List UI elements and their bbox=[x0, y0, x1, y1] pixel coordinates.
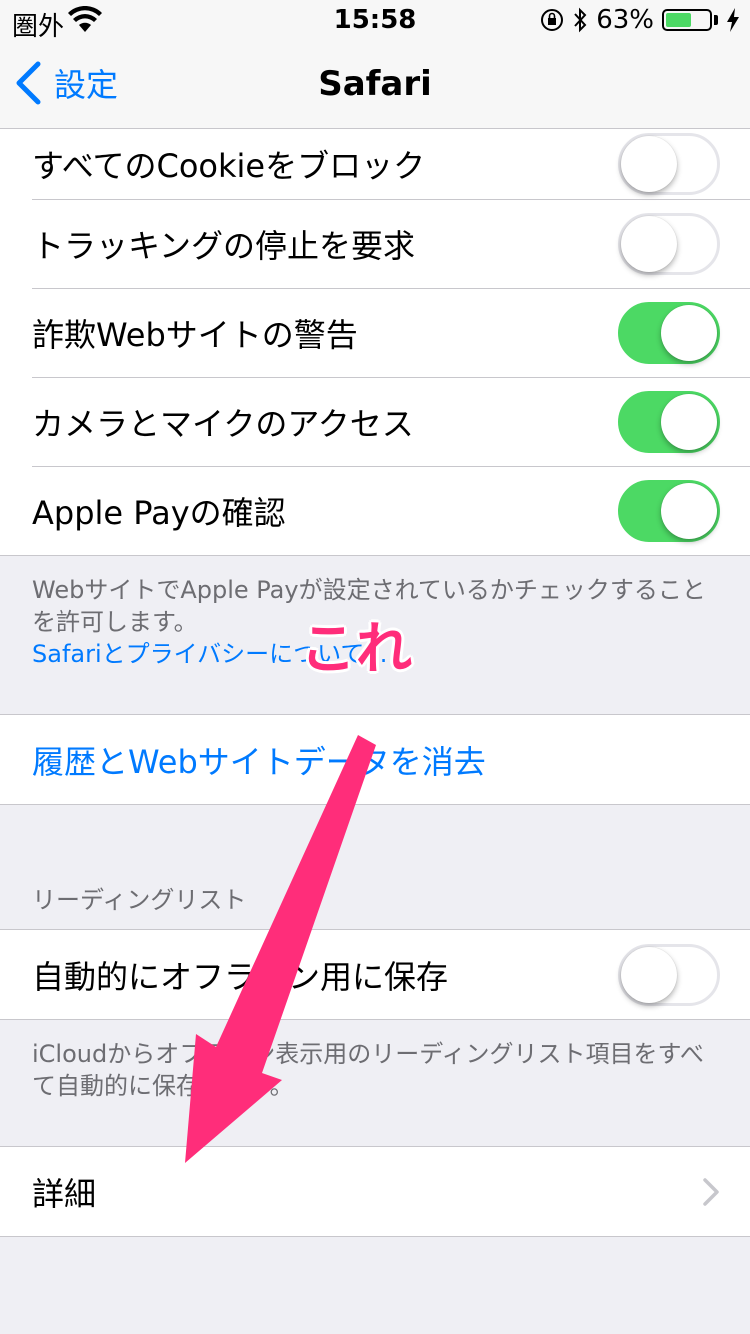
setting-camera-mic-access: カメラとマイクのアクセス bbox=[0, 377, 750, 466]
clear-history-label: 履歴とWebサイトデータを消去 bbox=[32, 742, 486, 781]
camera-mic-toggle[interactable] bbox=[618, 390, 720, 453]
orientation-lock-icon bbox=[541, 9, 564, 31]
status-bar: 圏外 15:58 63% bbox=[0, 0, 750, 42]
apple-pay-toggle[interactable] bbox=[618, 479, 720, 542]
page-title: Safari bbox=[318, 64, 432, 104]
navigation-bar: 設定 Safari bbox=[0, 40, 750, 129]
charging-bolt-icon bbox=[727, 8, 739, 32]
status-right: 63% bbox=[540, 5, 740, 35]
reading-list-header: リーディングリスト bbox=[32, 886, 247, 914]
advanced-group: 詳細 bbox=[0, 1146, 750, 1237]
privacy-group: すべてのCookieをブロック トラッキングの停止を要求 詐欺Webサイトの警告… bbox=[0, 129, 750, 556]
clear-history-button[interactable]: 履歴とWebサイトデータを消去 bbox=[0, 715, 750, 804]
reading-list-group: 自動的にオフライン用に保存 bbox=[0, 929, 750, 1020]
setting-fraud-warning: 詐欺Webサイトの警告 bbox=[0, 288, 750, 377]
toggle-knob bbox=[621, 946, 677, 1003]
setting-apple-pay-check: Apple Payの確認 bbox=[0, 466, 750, 555]
toggle-knob bbox=[661, 393, 717, 450]
toggle-knob bbox=[621, 136, 677, 192]
toggle-knob bbox=[661, 482, 717, 539]
setting-block-all-cookies: すべてのCookieをブロック bbox=[0, 129, 750, 199]
do-not-track-toggle[interactable] bbox=[618, 212, 720, 275]
annotation-label: これ bbox=[300, 617, 412, 682]
clear-history-group: 履歴とWebサイトデータを消去 bbox=[0, 714, 750, 805]
setting-auto-save-offline: 自動的にオフライン用に保存 bbox=[0, 930, 750, 1019]
bluetooth-icon bbox=[574, 7, 587, 33]
toggle-knob bbox=[621, 215, 677, 272]
battery-percent: 63% bbox=[596, 5, 654, 35]
block-cookies-toggle[interactable] bbox=[618, 133, 720, 195]
battery-icon bbox=[662, 9, 712, 31]
setting-do-not-track: トラッキングの停止を要求 bbox=[0, 199, 750, 288]
advanced-button[interactable]: 詳細 bbox=[0, 1147, 750, 1236]
reading-list-footer-text: iCloudからオフライン表示用のリーディングリスト項目をすべて自動的に保存しま… bbox=[32, 1040, 704, 1100]
advanced-label: 詳細 bbox=[32, 1174, 97, 1213]
chevron-right-icon bbox=[703, 1177, 719, 1206]
reading-list-footer: iCloudからオフライン表示用のリーディングリスト項目をすべて自動的に保存しま… bbox=[0, 1020, 750, 1146]
battery-tip bbox=[714, 15, 718, 25]
toggle-knob bbox=[661, 304, 717, 361]
battery-fill bbox=[666, 13, 691, 27]
auto-save-offline-toggle[interactable] bbox=[618, 943, 720, 1006]
fraud-warning-toggle[interactable] bbox=[618, 301, 720, 364]
